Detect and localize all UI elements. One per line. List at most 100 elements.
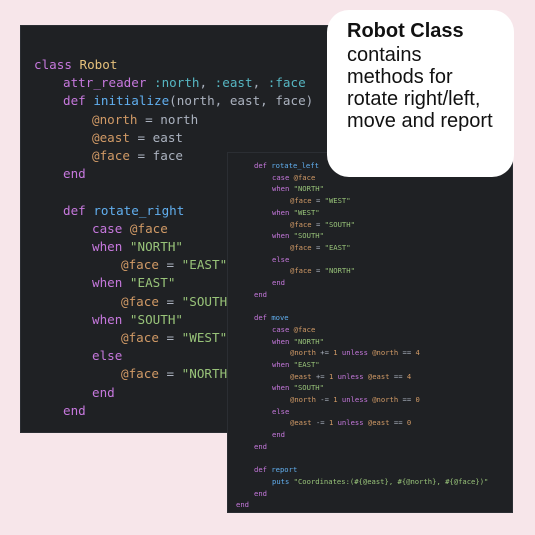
code-token: @face	[290, 242, 312, 252]
code-line: def report	[254, 464, 297, 476]
code-line: case @face	[272, 172, 315, 184]
code-token: def	[63, 202, 94, 218]
code-token: end	[63, 166, 86, 182]
code-line: end	[254, 441, 267, 453]
code-token: @face	[121, 330, 159, 345]
code-line: @north -= 1 unless @north == 0	[290, 394, 420, 406]
code-token: = north	[137, 111, 199, 127]
code-token: puts	[272, 476, 294, 486]
code-line: when "SOUTH"	[272, 230, 324, 242]
code-line: def rotate_left	[254, 160, 319, 172]
code-token: else	[272, 406, 290, 416]
code-token: "NORTH"	[324, 266, 355, 276]
code-token: Robot	[79, 57, 118, 72]
code-line: end	[254, 289, 267, 301]
code-token: when	[272, 231, 294, 241]
code-token: "WEST"	[293, 207, 320, 217]
code-line: def move	[254, 312, 289, 324]
code-token: "EAST"	[129, 275, 176, 291]
code-token: def	[63, 93, 94, 109]
code-token: ==	[398, 348, 416, 358]
code-token: ==	[389, 418, 407, 428]
code-token: when	[272, 336, 294, 346]
code-token: end	[272, 430, 285, 440]
code-token: "SOUTH"	[129, 311, 183, 327]
code-line: @face = "SOUTH'	[121, 293, 235, 311]
code-token: end	[254, 441, 267, 451]
code-token: "SOUTH"	[293, 383, 324, 393]
code-line: case @face	[92, 220, 168, 238]
code-token: "Coordinates:(#{@east}, #{@north}, #{@fa…	[293, 476, 489, 486]
code-line: when "EAST"	[92, 274, 175, 292]
code-token: class	[34, 57, 80, 72]
code-token: rotate_left	[271, 161, 319, 170]
code-token: @north	[290, 395, 316, 404]
code-token: unless	[337, 395, 373, 404]
code-token: "EAST"	[181, 257, 228, 273]
code-token: "WEST"	[324, 196, 351, 206]
code-token: 4	[415, 348, 420, 358]
code-token: @east	[290, 418, 312, 428]
code-token: 0	[415, 395, 420, 404]
code-line: end	[236, 499, 249, 511]
code-token: end	[254, 289, 267, 299]
code-token: @face	[121, 366, 159, 382]
code-line: @east -= 1 unless @east == 0	[290, 417, 411, 429]
code-line: puts "Coordinates:(#{@east}, #{@north}, …	[272, 476, 488, 488]
code-line: @face = "EAST"	[290, 242, 351, 254]
code-token: "SOUTH"	[324, 219, 355, 229]
code-token: (north, east, face)	[169, 93, 314, 109]
code-token: initialize	[93, 93, 170, 109]
code-token: @face	[290, 219, 312, 229]
code-line: @north = north	[92, 111, 198, 129]
code-token: ==	[389, 371, 407, 381]
code-token: "NORTH"	[129, 239, 183, 254]
code-token: else	[272, 254, 290, 264]
code-token: when	[92, 311, 130, 327]
code-line: else	[92, 347, 122, 365]
code-token: end	[63, 402, 86, 418]
code-line: when "NORTH"	[92, 238, 183, 256]
code-token: "WEST"	[181, 330, 228, 345]
code-token: def	[254, 161, 272, 170]
code-line: @face = face	[92, 147, 183, 165]
code-token: case	[272, 172, 294, 182]
code-token: -=	[315, 395, 334, 404]
code-line: when "NORTH"	[272, 336, 324, 348]
code-token: = face	[129, 148, 184, 163]
code-token: =	[311, 219, 325, 229]
code-token: end	[272, 278, 285, 287]
code-token: +=	[315, 348, 334, 358]
code-token: "SOUTH"	[293, 231, 324, 241]
code-line: when "NORTH"	[272, 183, 324, 195]
code-token: =	[311, 242, 325, 252]
code-token: when	[272, 359, 294, 369]
code-line: class Robot	[34, 56, 117, 74]
code-token: +=	[311, 371, 329, 381]
code-token: when	[92, 275, 130, 291]
code-line: @face = "NORTH'	[121, 365, 235, 383]
code-line: def rotate_right	[63, 202, 184, 220]
code-line: end	[92, 384, 115, 402]
code-token: def	[254, 465, 272, 475]
code-token: when	[272, 383, 294, 393]
code-token: :face	[267, 75, 306, 91]
code-token: = east	[129, 129, 184, 145]
code-line: end	[63, 165, 86, 183]
code-line: @east += 1 unless @east == 4	[290, 371, 411, 383]
code-token: =	[158, 257, 182, 273]
code-line: when "EAST"	[272, 359, 320, 371]
code-line: @north += 1 unless @north == 4	[290, 347, 420, 359]
code-token: attr_reader	[63, 75, 154, 91]
code-line: @face = "EAST"	[121, 256, 227, 274]
code-line: else	[272, 254, 289, 266]
code-token: "EAST"	[293, 359, 320, 369]
code-token: report	[271, 465, 298, 475]
code-line: attr_reader :north, :east, :face	[63, 74, 306, 92]
code-token: when	[92, 239, 130, 254]
code-token: when	[272, 207, 294, 217]
code-token: ==	[398, 395, 416, 404]
code-line: when "SOUTH"	[272, 382, 324, 394]
code-line: else	[272, 406, 289, 418]
code-token: unless	[333, 418, 368, 428]
